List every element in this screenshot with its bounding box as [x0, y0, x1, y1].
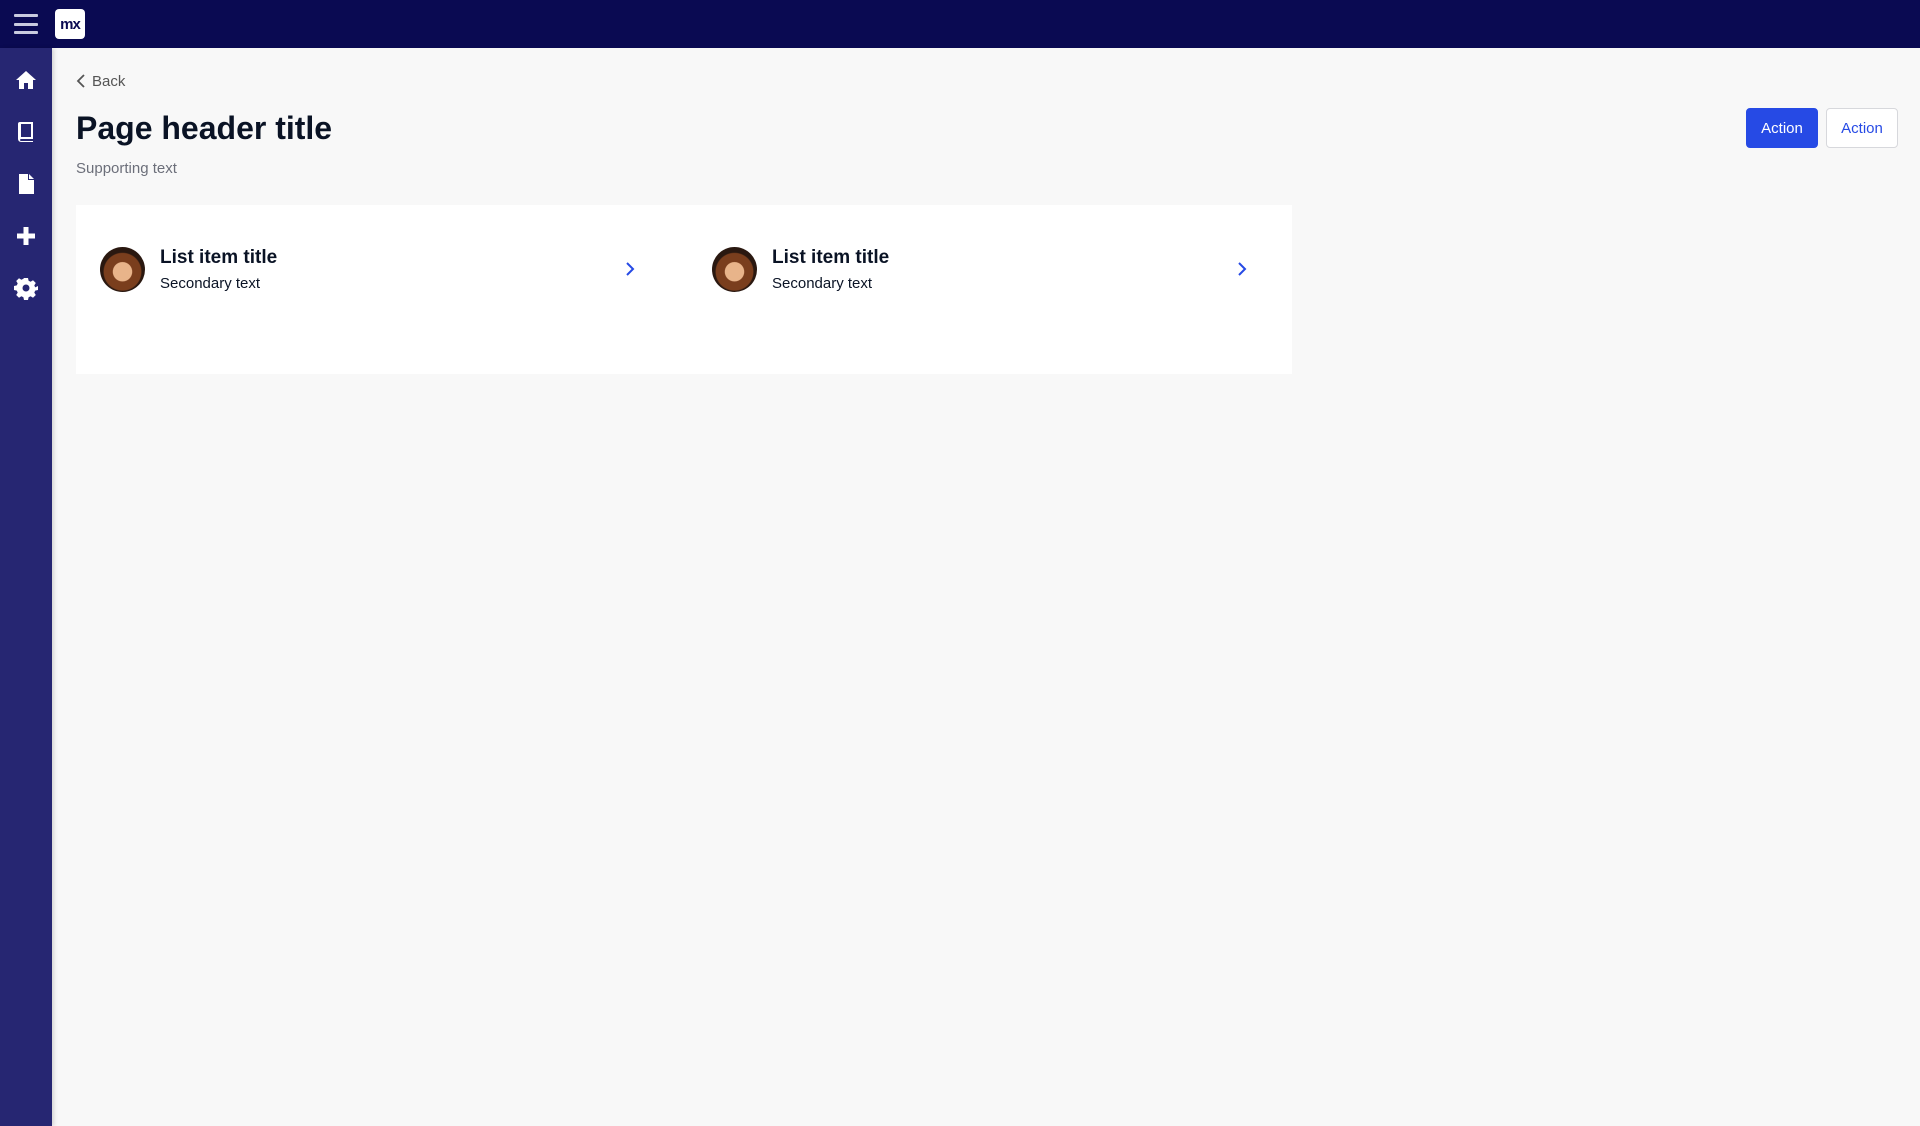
gear-icon — [14, 278, 38, 300]
back-link[interactable]: Back — [76, 72, 125, 90]
chevron-right-icon — [1236, 260, 1248, 278]
chevron-left-icon — [76, 74, 85, 88]
plus-icon — [17, 227, 35, 245]
sidebar — [0, 48, 52, 1126]
sidebar-item-add[interactable] — [0, 214, 52, 258]
hamburger-menu-icon[interactable] — [14, 14, 38, 34]
list-card: List item title Secondary text List item… — [76, 205, 1292, 374]
sidebar-item-file[interactable] — [0, 162, 52, 206]
list-item-secondary-text: Secondary text — [160, 275, 261, 292]
secondary-action-button[interactable]: Action — [1826, 108, 1898, 148]
top-bar: mx — [0, 0, 1920, 48]
list-item-title: List item title — [160, 247, 278, 268]
sidebar-item-home[interactable] — [0, 58, 52, 102]
sidebar-item-book[interactable] — [0, 110, 52, 154]
supporting-text: Supporting text — [76, 160, 177, 177]
back-label: Back — [92, 72, 126, 90]
list-item-title: List item title — [772, 247, 890, 268]
primary-action-button[interactable]: Action — [1746, 108, 1818, 148]
avatar — [712, 247, 757, 292]
list-item[interactable]: List item title Secondary text — [712, 243, 1272, 297]
main-content: Back Page header title Supporting text A… — [52, 48, 1920, 1126]
chevron-right-icon — [624, 260, 636, 278]
list-item[interactable]: List item title Secondary text — [100, 243, 660, 297]
app-logo[interactable]: mx — [55, 9, 85, 39]
file-icon — [19, 174, 34, 194]
sidebar-item-settings[interactable] — [0, 266, 52, 310]
home-icon — [16, 71, 36, 89]
list-item-secondary-text: Secondary text — [772, 275, 873, 292]
avatar — [100, 247, 145, 292]
book-icon — [18, 122, 33, 142]
page-title: Page header title — [76, 110, 333, 146]
